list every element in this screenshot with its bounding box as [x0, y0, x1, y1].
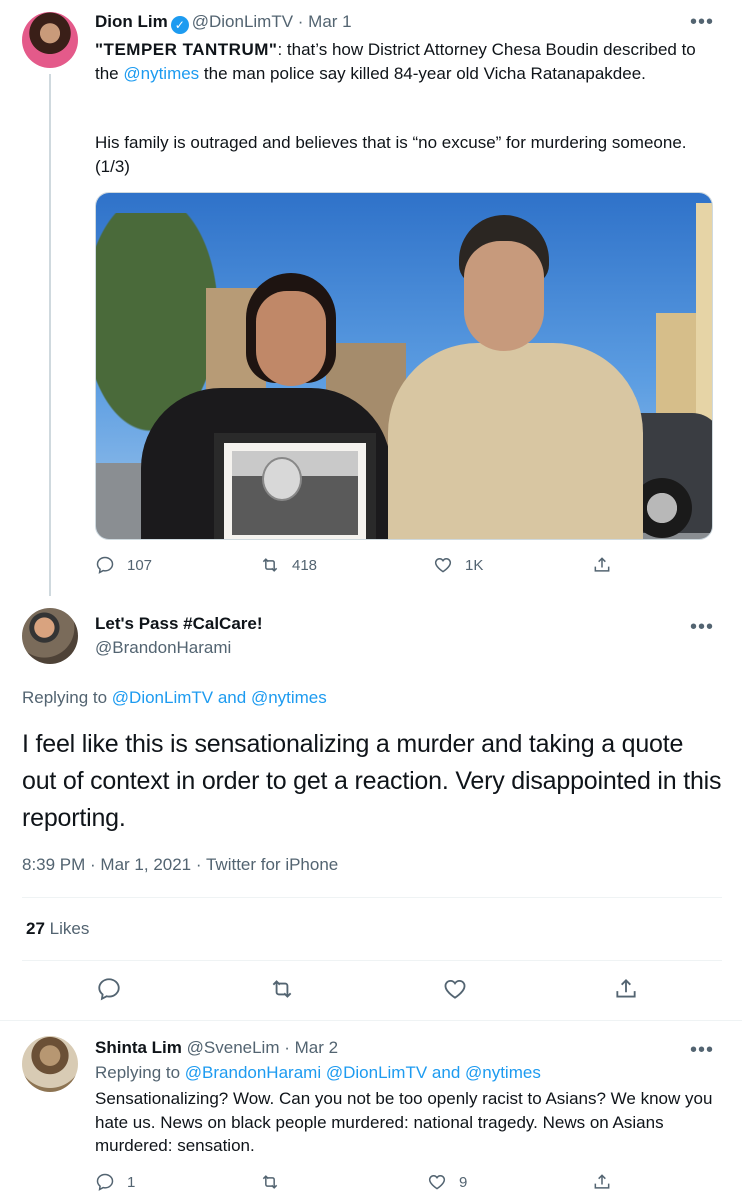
- like-icon: [428, 1174, 446, 1190]
- avatar[interactable]: [22, 12, 78, 68]
- replying-to: Replying to @BrandonHarami @DionLimTV an…: [95, 1063, 541, 1083]
- mention-link[interactable]: @nytimes: [251, 688, 327, 707]
- tweet-date[interactable]: Mar 2: [295, 1038, 338, 1057]
- tweet-header: Shinta Lim @SveneLim · Mar 2: [95, 1038, 338, 1058]
- tweet-actions: 1 9: [95, 1172, 715, 1196]
- photo-woman-face: [256, 291, 326, 386]
- divider: [22, 960, 722, 961]
- tweet-text: "TEMPER TANTRUM": that’s how District At…: [95, 38, 715, 85]
- retweet-button[interactable]: [260, 1172, 280, 1192]
- tweet-date[interactable]: Mar 1: [308, 12, 351, 31]
- tweet-text-part: the man police say killed 84-year old Vi…: [199, 63, 646, 83]
- tweet-actions: [22, 976, 722, 1002]
- tweet-date[interactable]: Mar 1, 2021: [100, 855, 191, 874]
- mention-link[interactable]: @BrandonHarami: [185, 1063, 321, 1082]
- like-icon: [434, 557, 452, 573]
- share-icon[interactable]: [613, 976, 639, 1002]
- verified-icon: ✓: [170, 16, 189, 34]
- like-button[interactable]: 9: [427, 1172, 467, 1192]
- tweet-header: Dion Lim ✓ @DionLimTV · Mar 1: [95, 12, 352, 34]
- like-count: 9: [459, 1173, 468, 1191]
- separator-dot: ·: [293, 12, 309, 31]
- retweet-icon: [262, 1175, 278, 1189]
- reply-button[interactable]: 1: [95, 1172, 135, 1192]
- likes-count: 27: [26, 919, 45, 938]
- author-handle[interactable]: @SveneLim: [187, 1038, 280, 1057]
- share-button[interactable]: [592, 1172, 612, 1192]
- retweet-button[interactable]: 418: [260, 555, 317, 575]
- avatar[interactable]: [22, 608, 78, 664]
- reply-button[interactable]: 107: [95, 555, 152, 575]
- mention-link[interactable]: @DionLimTV: [326, 1063, 427, 1082]
- photo-man-face: [464, 241, 544, 351]
- tweet-original[interactable]: Dion Lim ✓ @DionLimTV · Mar 1 ••• "TEMPER …: [0, 0, 742, 596]
- tweet-text-paragraph: His family is outraged and believes that…: [95, 133, 687, 176]
- likes-summary[interactable]: 27 Likes: [26, 919, 89, 939]
- more-icon[interactable]: •••: [690, 1040, 714, 1060]
- retweet-count: 418: [292, 556, 318, 574]
- photo-man: [388, 343, 643, 539]
- reply-icon: [96, 556, 114, 574]
- author-handle[interactable]: @BrandonHarami: [95, 638, 231, 658]
- reply-icon[interactable]: [96, 976, 122, 1002]
- author-name[interactable]: Let's Pass #CalCare!: [95, 614, 263, 634]
- author-name[interactable]: Dion Lim: [95, 12, 168, 31]
- reply-count: 107: [127, 556, 153, 574]
- likes-label: Likes: [44, 919, 90, 938]
- tweet-time[interactable]: 8:39 PM: [22, 855, 85, 874]
- replying-to-and: and: [427, 1063, 465, 1082]
- mention-link[interactable]: @nytimes: [123, 64, 199, 83]
- avatar[interactable]: [22, 1036, 78, 1092]
- share-button[interactable]: [592, 555, 612, 575]
- divider: [0, 1020, 742, 1021]
- tweet-text: Sensationalizing? Wow. Can you not be to…: [95, 1089, 713, 1155]
- like-icon[interactable]: [442, 976, 468, 1002]
- tweet-text-bold: "TEMPER TANTRUM": [95, 40, 278, 59]
- replying-to-label: Replying to: [22, 688, 112, 707]
- tweet-meta: 8:39 PM · Mar 1, 2021 · Twitter for iPho…: [22, 855, 339, 874]
- replying-to-label: Replying to: [95, 1063, 185, 1082]
- more-icon[interactable]: •••: [690, 617, 714, 637]
- retweet-icon[interactable]: [269, 976, 295, 1002]
- divider: [22, 897, 722, 898]
- share-icon: [594, 1174, 610, 1189]
- tweet-photo[interactable]: [95, 192, 713, 540]
- more-icon[interactable]: •••: [690, 12, 714, 32]
- tweet-actions: 107 418 1K: [95, 555, 715, 579]
- photo-portrait-frame: [214, 433, 376, 539]
- thread-line: [49, 74, 51, 596]
- like-count: 1K: [465, 556, 484, 574]
- share-icon: [594, 557, 610, 572]
- separator-dot: ·: [279, 1038, 295, 1057]
- retweet-icon: [262, 558, 278, 572]
- replying-to: Replying to @DionLimTV and @nytimes: [22, 688, 327, 708]
- mention-link[interactable]: @nytimes: [465, 1063, 541, 1082]
- tweet-text: I feel like this is sensationalizing a m…: [22, 730, 722, 832]
- reply-count: 1: [127, 1173, 136, 1191]
- tweet-source[interactable]: Twitter for iPhone: [206, 855, 338, 874]
- mention-link[interactable]: @DionLimTV: [112, 688, 213, 707]
- like-button[interactable]: 1K: [433, 555, 483, 575]
- reply-icon: [96, 1173, 114, 1191]
- author-handle[interactable]: @DionLimTV: [192, 12, 293, 31]
- author-name[interactable]: Shinta Lim: [95, 1038, 182, 1057]
- replying-to-and: and: [213, 688, 251, 707]
